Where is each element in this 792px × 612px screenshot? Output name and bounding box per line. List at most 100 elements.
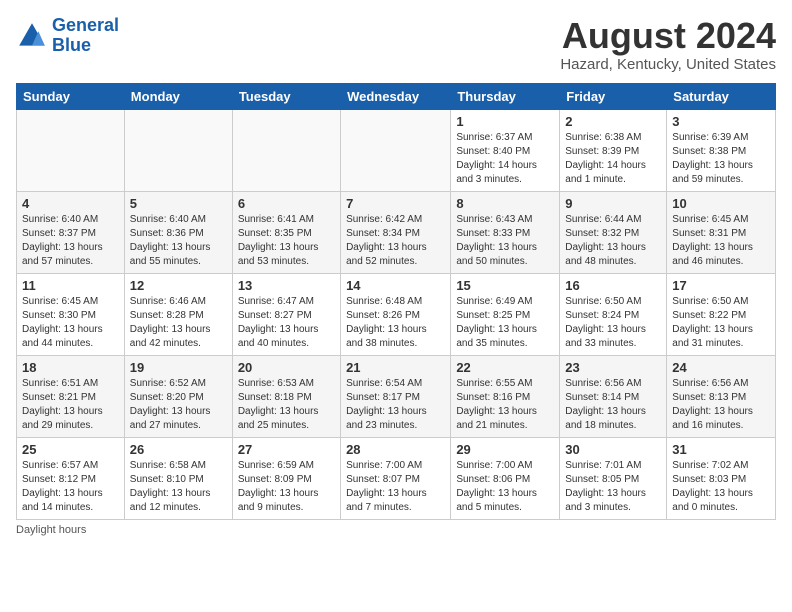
day-info: Sunrise: 6:37 AM Sunset: 8:40 PM Dayligh… (456, 131, 554, 187)
calendar-cell: 10 Sunrise: 6:45 AM Sunset: 8:31 PM Dayli… (667, 191, 776, 273)
calendar-cell: 22 Sunrise: 6:55 AM Sunset: 8:16 PM Dayli… (451, 355, 560, 437)
day-info: Sunrise: 7:01 AM Sunset: 8:05 PM Dayligh… (565, 459, 661, 515)
logo-text: General Blue (52, 16, 119, 56)
day-info: Sunrise: 6:38 AM Sunset: 8:39 PM Dayligh… (565, 131, 661, 187)
day-number: 1 (456, 114, 554, 129)
day-number: 23 (565, 360, 661, 375)
day-number: 5 (130, 196, 227, 211)
day-info: Sunrise: 6:40 AM Sunset: 8:37 PM Dayligh… (22, 213, 119, 269)
day-number: 2 (565, 114, 661, 129)
calendar-cell: 19 Sunrise: 6:52 AM Sunset: 8:20 PM Dayli… (124, 355, 232, 437)
footer-note: Daylight hours (16, 524, 776, 536)
calendar-cell: 25Sunrise: 6:57 AM Sunset: 8:12 PM Dayli… (17, 437, 125, 519)
day-info: Sunrise: 6:42 AM Sunset: 8:34 PM Dayligh… (346, 213, 445, 269)
calendar-header-tuesday: Tuesday (232, 83, 340, 109)
day-info: Sunrise: 6:58 AM Sunset: 8:10 PM Dayligh… (130, 459, 227, 515)
calendar-week-5: 25Sunrise: 6:57 AM Sunset: 8:12 PM Dayli… (17, 437, 776, 519)
footer-note-text: Daylight hours (16, 524, 86, 536)
calendar-header-row: SundayMondayTuesdayWednesdayThursdayFrid… (17, 83, 776, 109)
logo-icon (16, 20, 48, 52)
calendar-header-friday: Friday (560, 83, 667, 109)
calendar-cell: 24 Sunrise: 6:56 AM Sunset: 8:13 PM Dayli… (667, 355, 776, 437)
calendar-cell (341, 109, 451, 191)
day-info: Sunrise: 6:59 AM Sunset: 8:09 PM Dayligh… (238, 459, 335, 515)
calendar-cell: 29 Sunrise: 7:00 AM Sunset: 8:06 PM Dayli… (451, 437, 560, 519)
day-number: 13 (238, 278, 335, 293)
header: General Blue August 2024 Hazard, Kentuck… (16, 16, 776, 73)
day-number: 26 (130, 442, 227, 457)
calendar-header-monday: Monday (124, 83, 232, 109)
calendar-cell: 7 Sunrise: 6:42 AM Sunset: 8:34 PM Daylig… (341, 191, 451, 273)
calendar-header-saturday: Saturday (667, 83, 776, 109)
day-info: Sunrise: 6:49 AM Sunset: 8:25 PM Dayligh… (456, 295, 554, 351)
subtitle: Hazard, Kentucky, United States (560, 56, 776, 73)
logo-line2: Blue (52, 35, 91, 55)
day-number: 10 (672, 196, 770, 211)
calendar-cell: 6 Sunrise: 6:41 AM Sunset: 8:35 PM Daylig… (232, 191, 340, 273)
calendar-cell: 11 Sunrise: 6:45 AM Sunset: 8:30 PM Dayli… (17, 273, 125, 355)
main-title: August 2024 (560, 16, 776, 56)
day-info: Sunrise: 6:47 AM Sunset: 8:27 PM Dayligh… (238, 295, 335, 351)
calendar-cell: 1 Sunrise: 6:37 AM Sunset: 8:40 PM Daylig… (451, 109, 560, 191)
calendar-cell: 27 Sunrise: 6:59 AM Sunset: 8:09 PM Dayli… (232, 437, 340, 519)
logo-line1: General (52, 15, 119, 35)
calendar-cell: 14 Sunrise: 6:48 AM Sunset: 8:26 PM Dayli… (341, 273, 451, 355)
calendar-header-sunday: Sunday (17, 83, 125, 109)
calendar: SundayMondayTuesdayWednesdayThursdayFrid… (16, 83, 776, 520)
day-number: 22 (456, 360, 554, 375)
day-number: 9 (565, 196, 661, 211)
day-info: Sunrise: 7:02 AM Sunset: 8:03 PM Dayligh… (672, 459, 770, 515)
day-number: 27 (238, 442, 335, 457)
day-info: Sunrise: 6:55 AM Sunset: 8:16 PM Dayligh… (456, 377, 554, 433)
day-number: 6 (238, 196, 335, 211)
day-info: Sunrise: 6:56 AM Sunset: 8:14 PM Dayligh… (565, 377, 661, 433)
logo: General Blue (16, 16, 119, 56)
calendar-cell: 8Sunrise: 6:43 AM Sunset: 8:33 PM Daylig… (451, 191, 560, 273)
day-number: 7 (346, 196, 445, 211)
calendar-week-1: 1 Sunrise: 6:37 AM Sunset: 8:40 PM Daylig… (17, 109, 776, 191)
page: General Blue August 2024 Hazard, Kentuck… (0, 0, 792, 544)
calendar-week-2: 4 Sunrise: 6:40 AM Sunset: 8:37 PM Daylig… (17, 191, 776, 273)
day-info: Sunrise: 6:56 AM Sunset: 8:13 PM Dayligh… (672, 377, 770, 433)
title-block: August 2024 Hazard, Kentucky, United Sta… (560, 16, 776, 73)
day-info: Sunrise: 6:48 AM Sunset: 8:26 PM Dayligh… (346, 295, 445, 351)
day-number: 20 (238, 360, 335, 375)
day-info: Sunrise: 6:51 AM Sunset: 8:21 PM Dayligh… (22, 377, 119, 433)
day-number: 8 (456, 196, 554, 211)
calendar-cell: 18 Sunrise: 6:51 AM Sunset: 8:21 PM Dayli… (17, 355, 125, 437)
calendar-cell: 30Sunrise: 7:01 AM Sunset: 8:05 PM Dayli… (560, 437, 667, 519)
day-number: 18 (22, 360, 119, 375)
day-info: Sunrise: 6:41 AM Sunset: 8:35 PM Dayligh… (238, 213, 335, 269)
day-number: 31 (672, 442, 770, 457)
day-info: Sunrise: 6:39 AM Sunset: 8:38 PM Dayligh… (672, 131, 770, 187)
calendar-cell: 3 Sunrise: 6:39 AM Sunset: 8:38 PM Daylig… (667, 109, 776, 191)
day-number: 28 (346, 442, 445, 457)
day-number: 24 (672, 360, 770, 375)
day-info: Sunrise: 6:53 AM Sunset: 8:18 PM Dayligh… (238, 377, 335, 433)
day-info: Sunrise: 7:00 AM Sunset: 8:07 PM Dayligh… (346, 459, 445, 515)
day-info: Sunrise: 6:52 AM Sunset: 8:20 PM Dayligh… (130, 377, 227, 433)
calendar-cell: 12Sunrise: 6:46 AM Sunset: 8:28 PM Dayli… (124, 273, 232, 355)
calendar-header-wednesday: Wednesday (341, 83, 451, 109)
calendar-cell: 17Sunrise: 6:50 AM Sunset: 8:22 PM Dayli… (667, 273, 776, 355)
calendar-cell (17, 109, 125, 191)
calendar-cell: 16Sunrise: 6:50 AM Sunset: 8:24 PM Dayli… (560, 273, 667, 355)
day-number: 4 (22, 196, 119, 211)
day-number: 3 (672, 114, 770, 129)
day-number: 14 (346, 278, 445, 293)
day-number: 19 (130, 360, 227, 375)
day-info: Sunrise: 6:57 AM Sunset: 8:12 PM Dayligh… (22, 459, 119, 515)
day-info: Sunrise: 6:45 AM Sunset: 8:31 PM Dayligh… (672, 213, 770, 269)
day-number: 16 (565, 278, 661, 293)
day-info: Sunrise: 6:50 AM Sunset: 8:22 PM Dayligh… (672, 295, 770, 351)
day-info: Sunrise: 6:54 AM Sunset: 8:17 PM Dayligh… (346, 377, 445, 433)
day-number: 15 (456, 278, 554, 293)
day-info: Sunrise: 6:45 AM Sunset: 8:30 PM Dayligh… (22, 295, 119, 351)
calendar-cell (124, 109, 232, 191)
calendar-cell: 26 Sunrise: 6:58 AM Sunset: 8:10 PM Dayli… (124, 437, 232, 519)
day-number: 29 (456, 442, 554, 457)
day-info: Sunrise: 7:00 AM Sunset: 8:06 PM Dayligh… (456, 459, 554, 515)
calendar-cell: 5Sunrise: 6:40 AM Sunset: 8:36 PM Daylig… (124, 191, 232, 273)
calendar-cell: 15 Sunrise: 6:49 AM Sunset: 8:25 PM Dayli… (451, 273, 560, 355)
day-number: 11 (22, 278, 119, 293)
